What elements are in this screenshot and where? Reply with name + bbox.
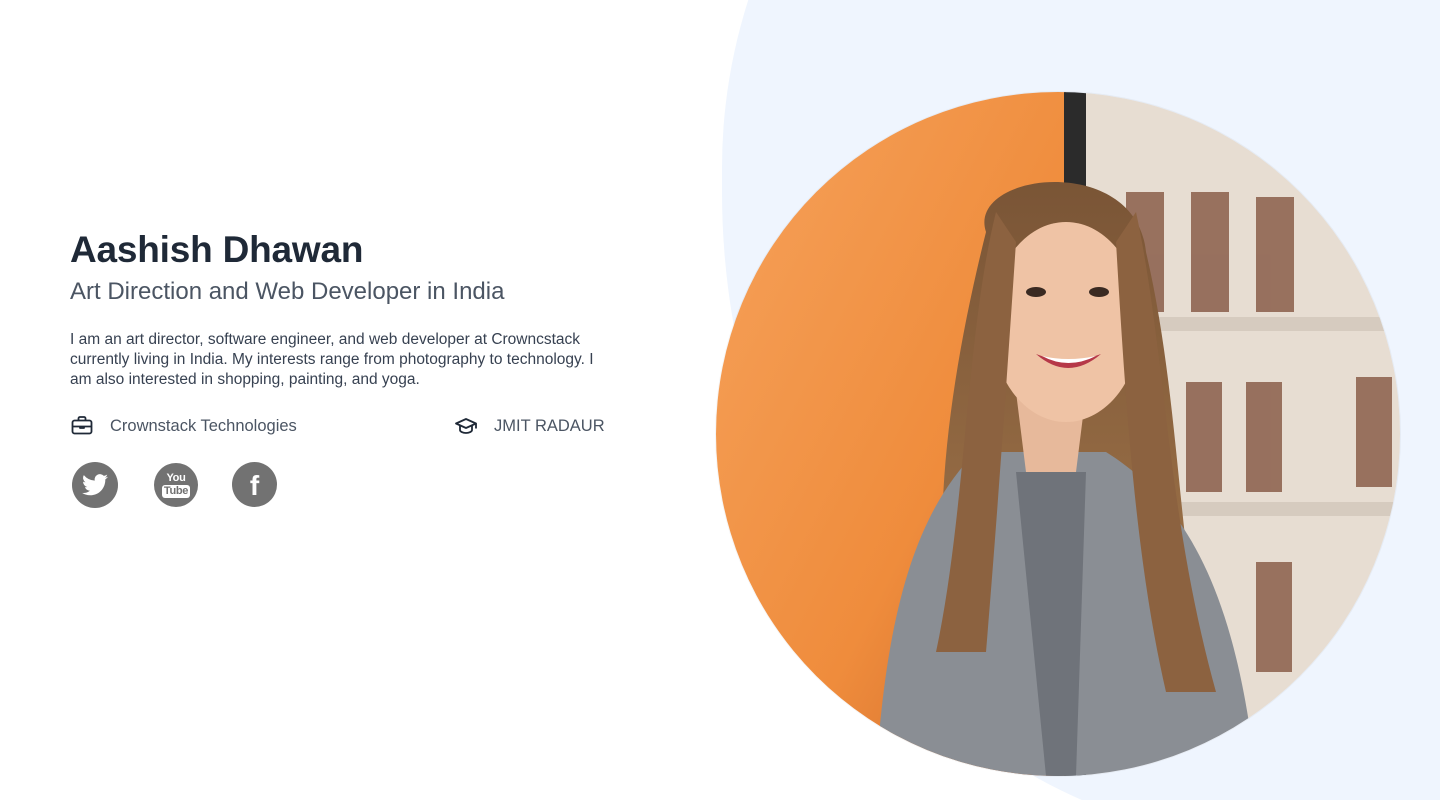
profile-page: Aashish Dhawan Art Direction and Web Dev… (0, 0, 1440, 800)
profile-name: Aashish Dhawan (70, 229, 364, 270)
youtube-text-top: You (166, 471, 186, 484)
briefcase-icon (70, 414, 94, 438)
social-links: You Tube f (70, 462, 610, 508)
twitter-link[interactable] (72, 462, 118, 508)
facebook-link[interactable]: f (232, 462, 277, 507)
profile-subtitle: Art Direction and Web Developer in India (70, 278, 505, 305)
youtube-text-bottom: Tube (161, 484, 191, 498)
school-name: JMIT RADAUR (494, 416, 605, 435)
profile-bio: I am an art director, software engineer,… (70, 331, 594, 388)
company-info: Crownstack Technologies (70, 410, 297, 442)
twitter-icon (82, 474, 108, 496)
intro-section: Aashish Dhawan Art Direction and Web Dev… (70, 228, 610, 508)
graduation-cap-icon (454, 414, 478, 438)
profile-meta: Crownstack Technologies JMIT RADAUR (70, 410, 610, 442)
facebook-icon: f (249, 469, 260, 501)
school-info: JMIT RADAUR (454, 410, 605, 442)
youtube-link[interactable]: You Tube (154, 463, 198, 507)
youtube-icon: You Tube (161, 471, 191, 498)
profile-portrait (716, 92, 1400, 776)
company-name: Crownstack Technologies (110, 416, 297, 435)
